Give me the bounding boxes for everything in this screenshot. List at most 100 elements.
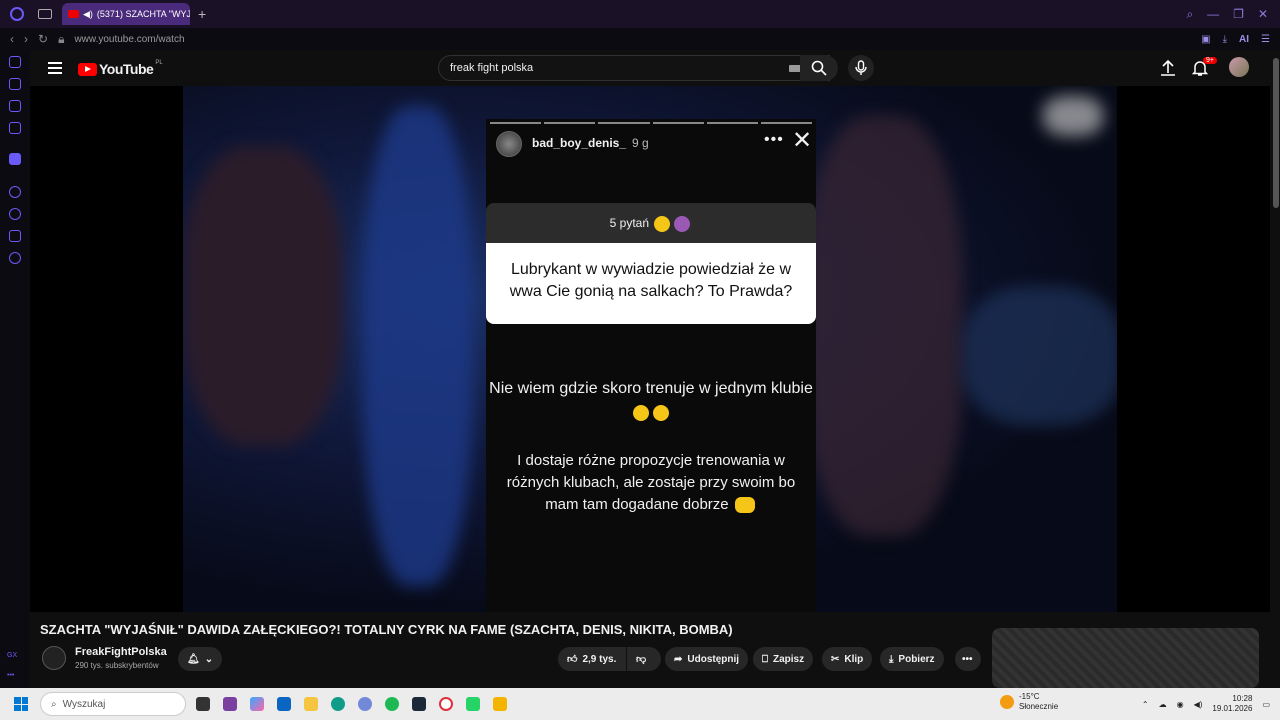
laughing-emoji-icon (653, 404, 669, 421)
clock-date: 19.01.2026 (1212, 704, 1253, 713)
story-username: bad_boy_denis_ (532, 136, 627, 150)
laughing-emoji-icon (633, 404, 649, 421)
search-icon: ⌕ (51, 698, 57, 710)
like-button[interactable]: 👍︎ 2,9 tys. (558, 647, 626, 671)
search-icon (811, 60, 827, 76)
search-button[interactable] (800, 55, 838, 81)
url-field[interactable]: www.youtube.com/watch (74, 34, 184, 45)
video-player[interactable]: bad_boy_denis_ 9 g ••• ✕ 5 pytań Lubryka… (30, 86, 1270, 612)
edge-icon[interactable] (331, 697, 345, 711)
store-icon[interactable] (277, 697, 291, 711)
app-icon[interactable] (466, 697, 480, 711)
pinboard-icon[interactable] (9, 230, 21, 242)
notifications-icon[interactable]: ▭ (1262, 700, 1270, 709)
sidebar-more-icon[interactable]: ••• (7, 672, 14, 679)
search-value: freak fight polska (450, 62, 534, 74)
tab-manager-icon[interactable] (38, 9, 52, 19)
new-tab-button[interactable]: + (198, 6, 206, 22)
weather-widget[interactable]: -15°C Słonecznie (1000, 692, 1058, 712)
sun-icon (1000, 695, 1014, 709)
opera-icon[interactable] (439, 697, 453, 711)
minimize-button[interactable]: — (1207, 7, 1219, 22)
save-button[interactable]: ⎕ Zapisz (753, 647, 814, 671)
volume-icon[interactable]: ◀) (1194, 700, 1203, 709)
tab-title: (5371) SZACHTA "WYJ... (96, 9, 190, 19)
dislike-button[interactable]: 👎︎ (627, 647, 661, 671)
youtube-masthead: YouTube PL freak fight polska ✕ 9+ (30, 50, 1280, 86)
share-button[interactable]: ➦ Udostępnij (665, 647, 749, 671)
download-button[interactable]: ⤓ Pobierz (880, 647, 944, 671)
youtube-favicon-icon (68, 10, 79, 18)
voice-search-button[interactable] (848, 55, 874, 81)
ai-button[interactable]: AI (1239, 34, 1249, 45)
steam-icon[interactable] (412, 697, 426, 711)
browser-tab-active[interactable]: ◀) (5371) SZACHTA "WYJ... ✕ (62, 3, 190, 25)
instagram-story: bad_boy_denis_ 9 g ••• ✕ 5 pytań Lubryka… (486, 119, 816, 612)
history-icon[interactable] (9, 208, 21, 220)
menu-icon[interactable] (48, 62, 62, 77)
more-options-icon: ••• (764, 131, 784, 148)
story-time: 9 g (632, 136, 649, 150)
download-icon[interactable]: ⤓ (1223, 34, 1227, 45)
notification-badge: 9+ (1203, 57, 1217, 64)
twitch-icon[interactable] (9, 153, 21, 165)
question-text: Lubrykant w wywiadzie powiedział że w ww… (486, 243, 816, 324)
taskbar-search-placeholder: Wyszukaj (62, 698, 106, 710)
forward-button[interactable]: › (24, 32, 28, 46)
maximize-button[interactable]: ❐ (1233, 7, 1244, 22)
answer-text-1: Nie wiem gdzie skoro trenuje w jednym kl… (486, 377, 816, 425)
devil-emoji-icon (674, 215, 691, 232)
channel-avatar[interactable] (42, 646, 66, 670)
download-label: Pobierz (898, 653, 935, 665)
more-icon: ••• (962, 653, 973, 665)
app-icon[interactable] (223, 697, 237, 711)
opera-menu-icon[interactable] (10, 7, 24, 21)
scrollbar-thumb[interactable] (1273, 58, 1279, 208)
scissors-icon: ✂ (831, 653, 840, 665)
aria-icon[interactable] (9, 56, 21, 68)
m-icon[interactable] (9, 122, 21, 134)
thumbs-up-icon: 👍︎ (567, 654, 578, 665)
clock[interactable]: 10:28 19.01.2026 (1212, 694, 1252, 714)
task-view-icon[interactable] (196, 697, 210, 711)
page-scrollbar[interactable] (1272, 50, 1280, 688)
address-bar: ‹ › ↻ 🔒︎ www.youtube.com/watch ▣ ⤓ AI ☰ (0, 28, 1280, 50)
network-icon[interactable]: ◉ (1177, 700, 1184, 709)
reload-button[interactable]: ↻ (38, 32, 48, 46)
discord-icon[interactable] (358, 697, 372, 711)
search-tabs-icon[interactable]: ⌕ (1186, 7, 1193, 22)
question-header-text: 5 pytań (609, 216, 650, 230)
spotify-icon[interactable] (385, 697, 399, 711)
opera-sidebar: GX ••• (0, 50, 30, 688)
app-icon[interactable] (493, 697, 507, 711)
clock-time: 10:28 (1232, 694, 1253, 703)
search-input[interactable]: freak fight polska ✕ (438, 55, 830, 81)
bag-icon[interactable] (9, 78, 21, 90)
easy-setup-icon[interactable]: ☰ (1261, 34, 1270, 45)
chevron-up-icon[interactable]: ⌃ (1142, 700, 1149, 709)
channel-name[interactable]: FreakFightPolska (75, 646, 167, 658)
back-button[interactable]: ‹ (10, 32, 14, 46)
account-avatar[interactable] (1229, 57, 1249, 77)
clip-label: Klip (844, 653, 864, 665)
youtube-logo[interactable]: YouTube PL (78, 60, 163, 77)
taskbar-search-input[interactable]: ⌕ Wyszukaj (40, 692, 186, 716)
upload-icon[interactable] (1160, 59, 1176, 77)
question-header: 5 pytań (486, 203, 816, 243)
speaker-icon[interactable]: ◀) (83, 9, 93, 20)
player-icon[interactable] (9, 186, 21, 198)
more-actions-button[interactable]: ••• (955, 647, 981, 671)
subscription-bell-button[interactable]: 🔔︎ ⌄ (178, 647, 223, 671)
recommendation-panel[interactable] (992, 628, 1259, 688)
copilot-icon[interactable] (250, 697, 264, 711)
close-window-button[interactable]: ✕ (1258, 7, 1268, 22)
fist-emoji-icon (734, 497, 755, 514)
settings-icon[interactable] (9, 252, 21, 264)
clip-button[interactable]: ✂ Klip (822, 647, 873, 671)
weather-desc: Słonecznie (1019, 702, 1059, 711)
windows-start-icon[interactable] (14, 697, 28, 711)
file-explorer-icon[interactable] (304, 697, 318, 711)
messenger-icon[interactable] (9, 100, 21, 112)
onedrive-icon[interactable]: ☁ (1159, 700, 1167, 709)
wallet-icon[interactable]: ▣ (1201, 34, 1210, 45)
